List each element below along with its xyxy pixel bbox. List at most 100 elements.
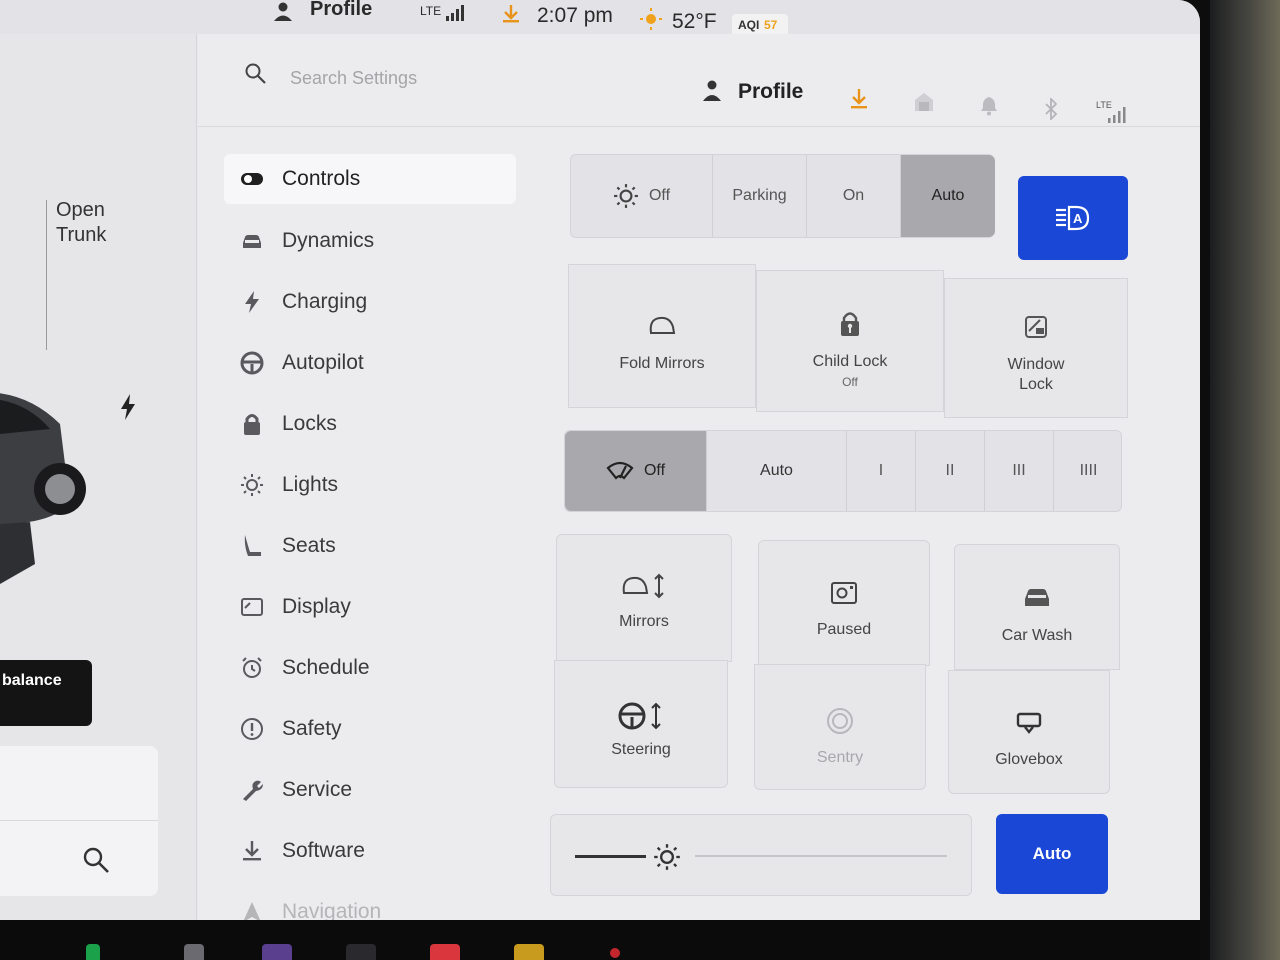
steering-wheel-icon (240, 351, 264, 375)
fold-mirrors-button[interactable]: Fold Mirrors (568, 264, 756, 408)
trunk-pointer-line (46, 200, 47, 350)
window-lock-label-line1: Window (1007, 356, 1065, 373)
sentry-mode-button[interactable]: Sentry (754, 664, 926, 790)
toybox-icon[interactable] (514, 944, 544, 960)
bell-icon[interactable] (980, 96, 998, 116)
profile-label[interactable]: Profile (738, 80, 803, 104)
status-profile-label[interactable]: Profile (310, 0, 372, 21)
search-settings-input[interactable] (288, 62, 672, 94)
nav-label: Charging (282, 290, 368, 313)
seat-icon (244, 535, 261, 556)
download-icon[interactable] (502, 4, 520, 24)
download-icon (243, 841, 261, 861)
nav-label: Display (282, 595, 351, 618)
sentry-label: Sentry (816, 749, 864, 766)
brightness-sun-icon[interactable] (653, 843, 681, 871)
display-icon (241, 598, 263, 616)
wipers-speed-1-button[interactable]: I (847, 431, 916, 511)
clock: 2:07 pm (537, 4, 613, 27)
bluetooth-icon[interactable] (1044, 98, 1058, 120)
glovebox-icon (1016, 712, 1042, 734)
svg-text:A: A (1073, 211, 1083, 226)
wipers-speed-4-button[interactable]: IIII (1054, 431, 1123, 511)
nav-label: Software (282, 839, 365, 862)
child-lock-state: Off (842, 375, 858, 389)
nav-item-autopilot[interactable]: Autopilot (224, 337, 516, 398)
dashcam-icon (831, 582, 857, 604)
nav-item-navigation[interactable]: Navigation (224, 886, 516, 920)
wipers-speed-3-button[interactable]: III (985, 431, 1054, 511)
nav-item-seats[interactable]: Seats (224, 520, 516, 581)
glovebox-button[interactable]: Glovebox (948, 670, 1110, 794)
steering-adjust-button[interactable]: Steering (554, 660, 728, 788)
dashcam-button[interactable]: Paused (758, 540, 930, 666)
toggle-icon (241, 173, 263, 185)
headlights-parking-button[interactable]: Parking (713, 155, 807, 237)
signal-icon (1108, 107, 1126, 123)
tesla-screen: Profile LTE 2:07 pm 52°F AQI 57 Open Tru… (0, 0, 1200, 920)
brightness-auto-button[interactable]: Auto (996, 814, 1108, 894)
phone-icon[interactable] (86, 944, 100, 960)
nav-item-schedule[interactable]: Schedule (224, 642, 516, 703)
nav-item-charging[interactable]: Charging (224, 276, 516, 337)
headlights-auto-button[interactable]: Auto (901, 155, 995, 237)
homelink-garage-icon[interactable] (914, 92, 934, 112)
nav-item-safety[interactable]: Safety (224, 703, 516, 764)
music-icon[interactable] (184, 944, 204, 960)
headlights-on-button[interactable]: On (807, 155, 901, 237)
glovebox-label: Glovebox (995, 751, 1063, 768)
record-icon[interactable] (610, 948, 620, 958)
nav-item-locks[interactable]: Locks (224, 398, 516, 459)
brightness-slider-fill[interactable] (575, 855, 646, 858)
balance-button[interactable]: balance (0, 660, 92, 726)
settings-topbar: Profile LTE (198, 34, 1200, 127)
nav-label: Locks (282, 412, 337, 435)
mirrors-label: Mirrors (619, 613, 669, 630)
nav-label: Lights (282, 473, 339, 496)
wipers-segmented-control: Off Auto I II III IIII (564, 430, 1122, 512)
brightness-slider-card (550, 814, 972, 896)
brightness-slider-track[interactable] (695, 855, 947, 857)
car-wash-icon (1025, 589, 1049, 606)
auto-high-beam-button[interactable]: A (1018, 176, 1128, 260)
weather-sun-icon (640, 8, 662, 30)
charge-port-bolt-icon[interactable] (120, 394, 136, 420)
mirrors-adjust-button[interactable]: Mirrors (556, 534, 732, 662)
headlights-segmented-control: Off Parking On Auto (570, 154, 995, 238)
sentry-icon (827, 708, 853, 734)
car-wash-button[interactable]: Car Wash (954, 544, 1120, 670)
alarm-clock-icon (242, 657, 262, 678)
open-trunk-button[interactable]: Open Trunk (56, 198, 106, 248)
camera-icon[interactable] (262, 944, 292, 960)
profile-icon (274, 2, 292, 21)
nav-item-controls[interactable]: Controls (224, 154, 516, 204)
trunk-label-line1: Open (56, 199, 105, 221)
wipers-speed-2-button[interactable]: II (916, 431, 985, 511)
child-lock-label: Child Lock (812, 353, 888, 370)
navigation-arrow-icon (243, 902, 261, 920)
window-lock-icon (1025, 316, 1047, 338)
status-network-label: LTE (420, 4, 442, 18)
car-icon (243, 235, 261, 248)
wipers-auto-button[interactable]: Auto (707, 431, 847, 511)
window-lock-button[interactable]: Window Lock (944, 278, 1128, 418)
nav-item-service[interactable]: Service (224, 764, 516, 825)
headlights-off-button[interactable]: Off (571, 155, 713, 237)
status-bar: Profile LTE 2:07 pm 52°F AQI 57 (0, 0, 1200, 38)
nav-item-software[interactable]: Software (224, 825, 516, 886)
child-lock-button[interactable]: Child Lock Off (756, 270, 944, 412)
nav-label: Schedule (282, 656, 370, 679)
settings-nav: Controls Dynamics Charging Autopilot Loc… (224, 154, 524, 920)
nav-item-dynamics[interactable]: Dynamics (224, 215, 516, 276)
alert-circle-icon (241, 718, 263, 740)
search-icon[interactable] (82, 846, 110, 874)
download-icon[interactable] (850, 88, 868, 110)
app-launcher-icon[interactable] (346, 944, 376, 960)
lock-icon (244, 414, 260, 435)
wipers-off-button[interactable]: Off (565, 431, 707, 511)
calendar-icon[interactable] (430, 944, 460, 960)
nav-item-display[interactable]: Display (224, 581, 516, 642)
car-wash-label: Car Wash (1001, 627, 1073, 644)
sun-icon (241, 474, 263, 496)
nav-item-lights[interactable]: Lights (224, 459, 516, 520)
